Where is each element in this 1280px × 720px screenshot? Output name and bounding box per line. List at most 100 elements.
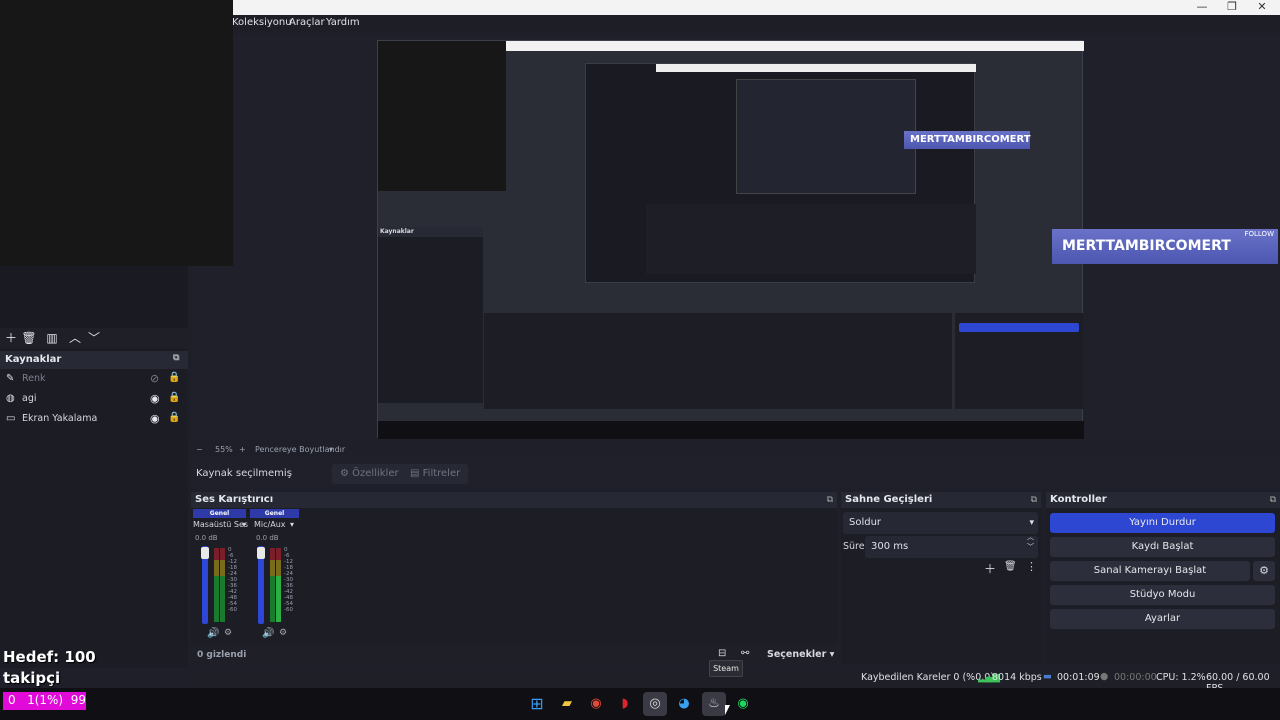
- trash-icon[interactable]: 🗑: [1004, 561, 1017, 572]
- source-item-screen-capture[interactable]: ▭ Ekran Yakalama ◉ 🔒: [0, 410, 188, 430]
- meter-level-active: [276, 576, 281, 622]
- options-label: Seçenekler: [767, 649, 827, 660]
- layout-icon[interactable]: ⊟: [718, 648, 726, 659]
- nested-stop-stream: [959, 323, 1079, 332]
- meter-warn: [270, 560, 275, 576]
- stop-stream-button[interactable]: Yayını Durdur: [1050, 513, 1275, 533]
- taskbar-tooltip: Steam: [709, 660, 743, 677]
- channel-db: 0.0 dB: [256, 534, 279, 542]
- add-icon[interactable]: ＋: [3, 330, 19, 346]
- eye-icon[interactable]: ◉: [150, 412, 160, 425]
- menu-help[interactable]: Yardım: [326, 17, 360, 28]
- channel-db: 0.0 dB: [195, 534, 218, 542]
- folder-icon[interactable]: ▰: [555, 692, 579, 716]
- mixer-options[interactable]: Seçenekler ▾: [767, 649, 834, 660]
- chrome-icon[interactable]: ◉: [584, 692, 608, 716]
- add-icon[interactable]: ＋: [984, 560, 996, 577]
- mixer-title: Ses Karıştırıcı: [195, 494, 274, 505]
- settings-button[interactable]: Ayarlar: [1050, 609, 1275, 629]
- record-icon: ●: [1100, 671, 1109, 682]
- source-item-renk[interactable]: ✎ Renk ⊘ 🔒: [0, 370, 188, 390]
- more-icon[interactable]: ⋮: [1026, 560, 1037, 573]
- edge-icon[interactable]: ◕: [672, 692, 696, 716]
- undock-icon[interactable]: ⧉: [1031, 492, 1037, 508]
- duration-input[interactable]: 300 ms ︿ ﹀: [865, 533, 1038, 558]
- move-up-icon[interactable]: ︿: [67, 330, 83, 346]
- obs-icon[interactable]: ◎: [643, 692, 667, 716]
- lock-icon[interactable]: 🔒: [168, 392, 180, 403]
- mouse-cursor: [725, 705, 730, 715]
- undock-icon[interactable]: ⧉: [1270, 492, 1276, 508]
- meter-scale: 0 -6 -12 -18 -24 -30 -36 -42 -48 -54 -60: [228, 547, 240, 613]
- start-recording-button[interactable]: Kaydı Başlat: [1050, 537, 1275, 557]
- eye-hidden-icon[interactable]: ⊘: [150, 372, 159, 385]
- steam-icon[interactable]: ♨: [702, 692, 726, 716]
- lock-icon[interactable]: 🔒: [168, 372, 180, 383]
- menu-tools[interactable]: Araçlar: [289, 17, 325, 28]
- no-source-selected: Kaynak seçilmemiş: [196, 468, 292, 479]
- trash-icon[interactable]: 🗑: [21, 330, 37, 346]
- monitor-icon: ▭: [6, 413, 16, 424]
- chevron-down-icon[interactable]: ▾: [290, 520, 294, 529]
- undock-icon[interactable]: ⧉: [827, 492, 833, 508]
- stepper-icon[interactable]: ︿ ﹀: [1027, 532, 1034, 552]
- properties-icon[interactable]: ▥: [44, 330, 60, 346]
- gear-icon[interactable]: ⚙: [1253, 561, 1275, 581]
- chevron-down-icon[interactable]: ▾: [242, 520, 246, 529]
- goal-label: Hedef: 100: [3, 648, 96, 666]
- meter-level: [214, 576, 219, 622]
- stream-icon: ▬: [1043, 671, 1052, 682]
- transition-selected: Soldur: [849, 517, 882, 528]
- source-label: Ekran Yakalama: [22, 413, 98, 424]
- filters-label: Filtreler: [422, 468, 461, 479]
- speaker-icon[interactable]: 🔊: [262, 628, 274, 639]
- move-down-icon[interactable]: ﹀: [86, 330, 102, 346]
- meter-scale: 0 -6 -12 -18 -24 -30 -36 -42 -48 -54 -60: [284, 547, 296, 613]
- preview-toolbar: − 55% + Pencereye Boyutlandır ▾: [191, 442, 551, 458]
- duration-value: 300 ms: [871, 541, 909, 552]
- record-time: 00:00:00: [1114, 672, 1157, 683]
- meter-warn: [220, 560, 225, 576]
- nested-deep-preview: [736, 79, 916, 194]
- bitrate: 8014 kbps: [992, 672, 1042, 683]
- gear-icon[interactable]: ⚙: [224, 628, 232, 638]
- channel-name: Mic/Aux: [254, 520, 286, 529]
- link-icon[interactable]: ⚯: [741, 648, 749, 659]
- volume-handle[interactable]: [201, 547, 209, 559]
- meter-clip: [220, 548, 225, 560]
- scenes-panel: [0, 266, 188, 328]
- studio-mode-button[interactable]: Stüdyo Modu: [1050, 585, 1275, 605]
- eye-icon[interactable]: ◉: [150, 392, 160, 405]
- volume-handle[interactable]: [257, 547, 265, 559]
- spotify-icon[interactable]: ◉: [731, 692, 755, 716]
- channel-name: Masaüstü Ses: [193, 520, 249, 529]
- gear-icon[interactable]: ⚙: [279, 628, 287, 638]
- nested-transitions: [840, 313, 952, 409]
- hidden-count: 0 gizlendi: [197, 650, 247, 660]
- chevron-down-icon[interactable]: ▾: [329, 445, 333, 454]
- zoom-out-icon[interactable]: −: [196, 445, 203, 454]
- undock-icon[interactable]: ⧉: [173, 353, 179, 363]
- windows-start-icon[interactable]: ⊞: [525, 692, 549, 716]
- globe-icon: ◍: [6, 393, 15, 404]
- filters-button[interactable]: ▤ Filtreler: [402, 464, 469, 484]
- scale-tick: -60: [284, 607, 293, 613]
- maximize-button[interactable]: ❐: [1217, 0, 1247, 15]
- lock-icon[interactable]: 🔒: [168, 412, 180, 423]
- close-button[interactable]: ✕: [1247, 0, 1277, 15]
- screen-capture-preview: MERTTAMBIRCOMERT Kaynaklar: [377, 40, 1084, 439]
- menu-scene-collection[interactable]: Koleksiyonu: [232, 17, 292, 28]
- meter-warn: [276, 560, 281, 576]
- source-item-agi[interactable]: ◍ agi ◉ 🔒: [0, 390, 188, 410]
- channel-header: Genel: [193, 509, 246, 518]
- zoom-in-icon[interactable]: +: [239, 445, 246, 454]
- goal-unit: takipçi: [3, 669, 61, 687]
- speaker-icon[interactable]: 🔊: [207, 628, 219, 639]
- minimize-button[interactable]: —: [1187, 0, 1217, 15]
- transition-select[interactable]: Soldur ▾: [843, 512, 1038, 534]
- meter-level: [220, 576, 225, 622]
- properties-button[interactable]: ⚙ Özellikler: [332, 464, 407, 484]
- chevron-down-icon: ▾: [1029, 518, 1034, 528]
- opera-icon[interactable]: ◗: [613, 692, 637, 716]
- virtual-camera-button[interactable]: Sanal Kamerayı Başlat: [1050, 561, 1250, 581]
